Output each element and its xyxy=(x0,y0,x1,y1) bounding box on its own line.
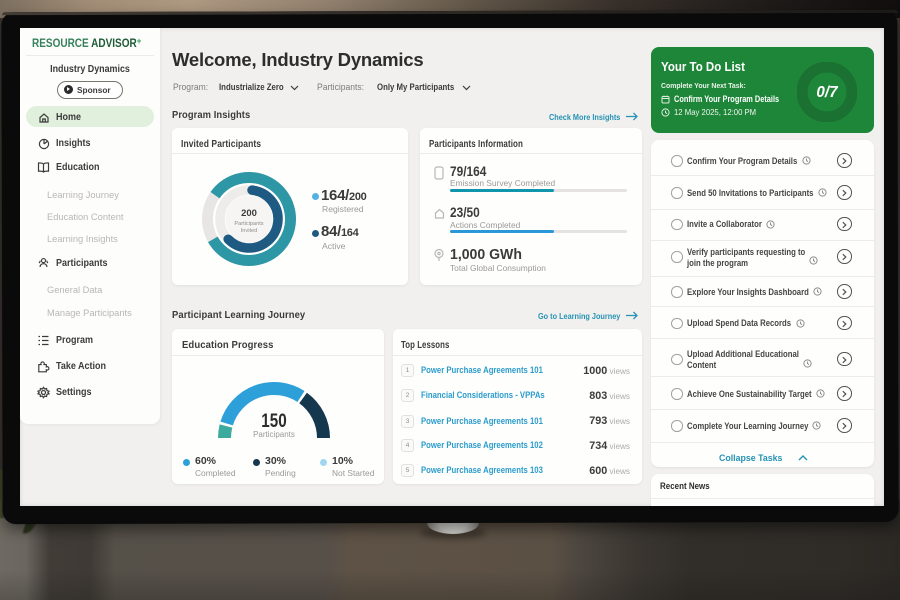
svg-text:Participants: Participants xyxy=(234,221,263,227)
svg-text:Invited: Invited xyxy=(241,228,257,234)
svg-text:200: 200 xyxy=(241,208,257,219)
